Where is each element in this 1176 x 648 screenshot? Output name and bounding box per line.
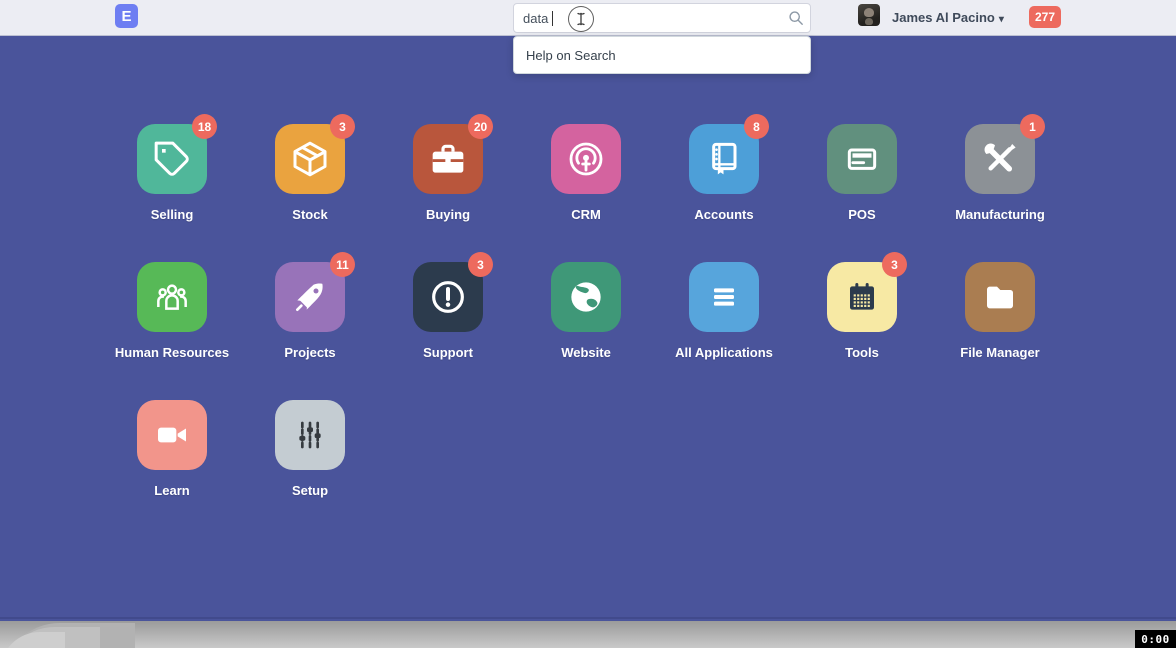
- app-label: File Manager: [960, 345, 1039, 360]
- app-tile-support[interactable]: 3: [413, 262, 483, 332]
- exclamation-circle-icon: [428, 277, 468, 317]
- ibeam-cursor-icon: [568, 6, 594, 32]
- sliders-icon: [290, 415, 330, 455]
- window-corner-arc: [0, 632, 65, 648]
- box-icon: [290, 139, 330, 179]
- app-tile-file-manager[interactable]: [965, 262, 1035, 332]
- app-tile-website[interactable]: [551, 262, 621, 332]
- app-accounts[interactable]: 8 Accounts: [655, 124, 793, 222]
- ledger-book-icon: [704, 139, 744, 179]
- globe-icon: [566, 277, 606, 317]
- app-label: Projects: [284, 345, 335, 360]
- app-label: CRM: [571, 207, 601, 222]
- briefcase-icon: [428, 139, 468, 179]
- desk-area: 18Selling3Stock20BuyingCRM8AccountsPOS1M…: [0, 36, 1176, 619]
- help-on-search-item[interactable]: Help on Search: [526, 48, 616, 63]
- app-learn[interactable]: Learn: [103, 400, 241, 498]
- app-tile-all-applications[interactable]: [689, 262, 759, 332]
- user-menu[interactable]: James Al Pacino ▾: [892, 10, 1004, 25]
- app-open-count-badge: 3: [882, 252, 907, 277]
- app-open-count-badge: 3: [468, 252, 493, 277]
- app-tile-accounts[interactable]: 8: [689, 124, 759, 194]
- app-open-count-badge: 3: [330, 114, 355, 139]
- app-tile-buying[interactable]: 20: [413, 124, 483, 194]
- app-label: Tools: [845, 345, 879, 360]
- app-file-manager[interactable]: File Manager: [931, 262, 1069, 360]
- app-label: Manufacturing: [955, 207, 1045, 222]
- search-dropdown: Help on Search: [513, 36, 811, 74]
- app-tile-setup[interactable]: [275, 400, 345, 470]
- app-grid: 18 Selling 3 Stock 20 Buying CRM 8 Accounts POS 1 M…: [103, 124, 1069, 538]
- user-avatar[interactable]: [858, 4, 880, 26]
- app-label: Website: [561, 345, 611, 360]
- app-stock[interactable]: 3 Stock: [241, 124, 379, 222]
- app-manufacturing[interactable]: 1 Manufacturing: [931, 124, 1069, 222]
- notification-count-badge[interactable]: 277: [1029, 6, 1061, 28]
- app-label: Setup: [292, 483, 328, 498]
- erpnext-desk: { "navbar": { "logo_text": "E", "search"…: [0, 0, 1176, 648]
- rocket-icon: [290, 277, 330, 317]
- app-pos[interactable]: POS: [793, 124, 931, 222]
- app-setup[interactable]: Setup: [241, 400, 379, 498]
- broadcast-person-icon: [566, 139, 606, 179]
- app-open-count-badge: 1: [1020, 114, 1045, 139]
- app-label: Accounts: [694, 207, 753, 222]
- app-open-count-badge: 8: [744, 114, 769, 139]
- app-tile-manufacturing[interactable]: 1: [965, 124, 1035, 194]
- chevron-down-icon: ▾: [999, 14, 1004, 25]
- people-icon: [152, 277, 192, 317]
- app-label: Buying: [426, 207, 470, 222]
- app-website[interactable]: Website: [517, 262, 655, 360]
- app-label: Stock: [292, 207, 327, 222]
- recording-timestamp: 0:00: [1135, 630, 1176, 648]
- app-selling[interactable]: 18 Selling: [103, 124, 241, 222]
- app-label: Selling: [151, 207, 194, 222]
- app-label: Human Resources: [115, 345, 229, 360]
- app-label: POS: [848, 207, 875, 222]
- app-projects[interactable]: 11 Projects: [241, 262, 379, 360]
- app-tile-projects[interactable]: 11: [275, 262, 345, 332]
- app-human-resources[interactable]: Human Resources: [103, 262, 241, 360]
- video-camera-icon: [152, 415, 192, 455]
- search-icon[interactable]: [788, 10, 804, 26]
- folder-icon: [980, 277, 1020, 317]
- app-tile-selling[interactable]: 18: [137, 124, 207, 194]
- app-tile-human-resources[interactable]: [137, 262, 207, 332]
- app-tile-crm[interactable]: [551, 124, 621, 194]
- app-crm[interactable]: CRM: [517, 124, 655, 222]
- global-search: [513, 3, 811, 33]
- user-name-label: James Al Pacino: [892, 10, 995, 25]
- app-tile-learn[interactable]: [137, 400, 207, 470]
- app-tile-tools[interactable]: 3: [827, 262, 897, 332]
- app-label: Learn: [154, 483, 189, 498]
- menu-bars-icon: [704, 277, 744, 317]
- search-input[interactable]: [513, 3, 811, 33]
- app-tile-pos[interactable]: [827, 124, 897, 194]
- card-terminal-icon: [842, 139, 882, 179]
- app-label: All Applications: [675, 345, 773, 360]
- app-label: Support: [423, 345, 473, 360]
- app-tile-stock[interactable]: 3: [275, 124, 345, 194]
- app-tools[interactable]: 3 Tools: [793, 262, 931, 360]
- app-open-count-badge: 18: [192, 114, 217, 139]
- app-buying[interactable]: 20 Buying: [379, 124, 517, 222]
- tag-icon: [152, 139, 192, 179]
- wrench-screwdriver-icon: [980, 139, 1020, 179]
- text-caret: [552, 11, 553, 26]
- app-all-applications[interactable]: All Applications: [655, 262, 793, 360]
- below-window-strip: [0, 621, 1176, 648]
- app-support[interactable]: 3 Support: [379, 262, 517, 360]
- app-logo[interactable]: E: [115, 4, 138, 28]
- app-open-count-badge: 11: [330, 252, 355, 277]
- calendar-icon: [842, 277, 882, 317]
- app-open-count-badge: 20: [468, 114, 493, 139]
